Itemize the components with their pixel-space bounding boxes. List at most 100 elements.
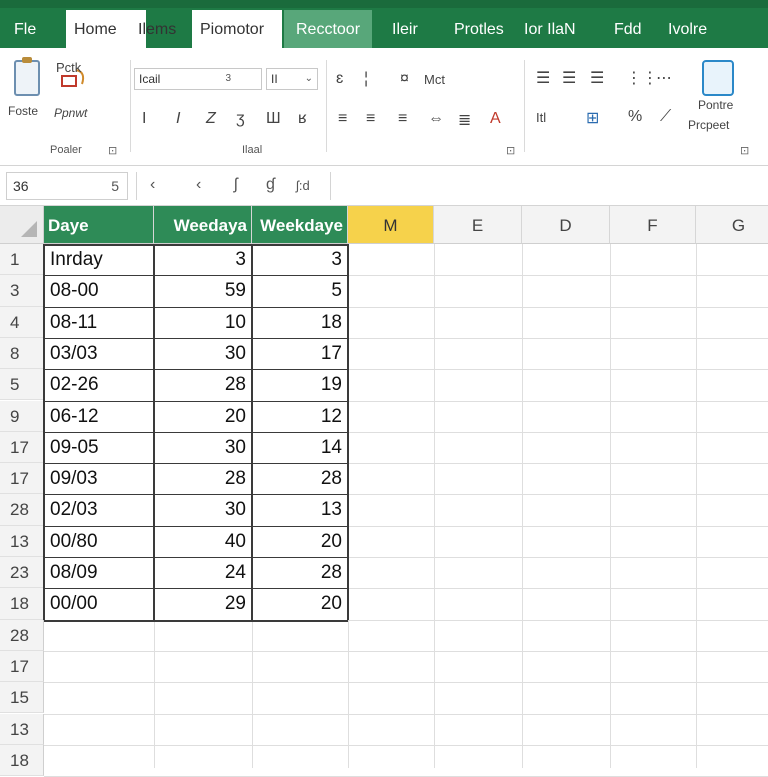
table-cell[interactable]: 20 [252, 526, 348, 557]
table-cell[interactable] [44, 620, 154, 651]
row-header[interactable]: 23 [0, 557, 44, 589]
tab-active[interactable]: Recctoor [284, 10, 373, 48]
column-header-b[interactable]: Weedaya [154, 206, 252, 244]
table-cell[interactable]: 08-00 [44, 275, 154, 306]
percent-icon[interactable]: % [628, 108, 642, 126]
table-cell[interactable]: 59 [154, 275, 252, 306]
align-center-icon[interactable]: ≡ [366, 110, 375, 128]
table-cell[interactable]: 03/03 [44, 338, 154, 369]
table-cell[interactable]: 24 [154, 557, 252, 588]
table-cell[interactable]: 09/03 [44, 463, 154, 494]
sort-filter-icon[interactable]: ⊞ [586, 108, 599, 128]
wrap-text-icon[interactable]: ¤ [400, 70, 409, 88]
column-header-c[interactable]: Weekdaye [252, 206, 348, 244]
merge-icon[interactable]: ⇔ [428, 110, 444, 128]
row-header[interactable]: 13 [0, 525, 44, 557]
styles-gallery-icon[interactable] [702, 60, 734, 96]
tab-help[interactable]: Ivolre [668, 10, 707, 48]
row-header[interactable]: 18 [0, 588, 44, 620]
row-header[interactable]: 17 [0, 650, 44, 683]
tab-promotor[interactable]: Piomotor [192, 10, 282, 48]
align-left-icon[interactable]: ≡ [338, 110, 347, 128]
table-cell[interactable]: 02/03 [44, 494, 154, 525]
select-all-corner[interactable] [0, 206, 44, 244]
table-cell[interactable]: Inrday [44, 244, 154, 275]
tab-field[interactable]: Fdd [614, 10, 642, 48]
table-cell[interactable]: 3 [252, 244, 348, 275]
function-wizard-icon[interactable]: ɠ [266, 176, 275, 194]
table-cell[interactable]: 00/80 [44, 526, 154, 557]
tab-for-daily[interactable]: Ior IlaN [524, 10, 576, 48]
formula-mode-icon[interactable]: ʃ:d [296, 178, 310, 193]
table-cell[interactable] [154, 714, 252, 745]
row-header[interactable]: 8 [0, 337, 44, 370]
delete-icon[interactable]: ⋯ [656, 68, 672, 88]
borders-icon[interactable]: Ш [266, 110, 281, 128]
enter-icon[interactable]: ‹ [196, 176, 201, 194]
table-cell[interactable]: 30 [154, 494, 252, 525]
clipboard-dialog-launcher-icon[interactable]: ⊡ [108, 144, 117, 157]
fill-color-icon[interactable]: ʁ [298, 110, 307, 128]
table-cell[interactable]: 09-05 [44, 432, 154, 463]
font-size-select[interactable]: II ⌄ [266, 68, 318, 90]
table-cell[interactable]: 14 [252, 432, 348, 463]
alignment-dialog-launcher-icon[interactable]: ⊡ [506, 144, 515, 157]
italic-icon[interactable]: I [176, 110, 180, 128]
row-header[interactable]: 1 [0, 244, 44, 276]
row-header[interactable]: 13 [0, 713, 44, 745]
indent-icon[interactable]: ɛ [336, 70, 343, 88]
spreadsheet-grid[interactable]: Daye Weedaya Weekdaye M E D F G 1 Inrday 3 3 3 08-00 5… [0, 206, 768, 777]
tab-items[interactable]: Ilems [130, 10, 192, 48]
column-header-e[interactable]: E [434, 206, 522, 244]
table-cell[interactable] [252, 714, 348, 745]
table-cell[interactable]: 28 [154, 463, 252, 494]
table-cell[interactable]: 3 [154, 244, 252, 275]
number-format-label[interactable]: Itl [536, 110, 546, 125]
justify-icon[interactable]: ≣ [458, 110, 471, 130]
table-cell[interactable]: 06-12 [44, 401, 154, 432]
row-header[interactable]: 28 [0, 494, 44, 526]
name-box-dropdown-icon[interactable]: 5 [111, 173, 119, 199]
table-cell[interactable] [154, 651, 252, 682]
row-header[interactable]: 9 [0, 400, 44, 432]
paste-button-label[interactable]: Foste [8, 104, 38, 118]
tab-file[interactable]: Fle [14, 10, 36, 48]
table-cell[interactable] [154, 620, 252, 651]
table-cell[interactable]: 08/09 [44, 557, 154, 588]
row-header[interactable]: 15 [0, 682, 44, 714]
table-cell[interactable]: 5 [252, 275, 348, 306]
table-cell[interactable]: 19 [252, 369, 348, 400]
table-cell[interactable]: 02-26 [44, 369, 154, 400]
cancel-icon[interactable]: ‹ [150, 176, 155, 194]
insert-icon[interactable]: ⋮⋮ [626, 68, 658, 88]
table-cell[interactable]: 08-11 [44, 307, 154, 338]
table-cell[interactable]: 13 [252, 494, 348, 525]
bold-icon[interactable]: I [142, 110, 146, 128]
table-cell[interactable]: 30 [154, 338, 252, 369]
font-color-icon[interactable]: A [490, 110, 501, 128]
align-right-icon[interactable]: ≡ [398, 110, 407, 128]
row-header[interactable]: 4 [0, 306, 44, 338]
table-format-icon[interactable]: ☰ [562, 68, 576, 88]
table-cell[interactable]: 40 [154, 526, 252, 557]
column-header-d1[interactable]: M [348, 206, 434, 244]
paste-icon[interactable] [14, 57, 40, 96]
cell-styles-icon[interactable]: ☰ [590, 68, 604, 88]
table-cell[interactable] [44, 651, 154, 682]
wrap-text-label[interactable]: Mct [424, 72, 445, 87]
table-cell[interactable]: 20 [252, 588, 348, 619]
table-cell[interactable]: 12 [252, 401, 348, 432]
find-icon[interactable]: ⟋ [660, 108, 671, 126]
row-header[interactable]: 5 [0, 369, 44, 401]
table-cell[interactable]: 28 [154, 369, 252, 400]
row-header[interactable]: 28 [0, 619, 44, 651]
table-cell[interactable]: 10 [154, 307, 252, 338]
table-cell[interactable]: 30 [154, 432, 252, 463]
strikethrough-icon[interactable]: ʒ [236, 110, 245, 128]
underline-icon[interactable]: Z [206, 110, 216, 128]
column-header-h[interactable]: G [696, 206, 768, 244]
formula-input[interactable] [330, 172, 762, 200]
table-cell[interactable] [154, 745, 252, 776]
table-cell[interactable] [44, 714, 154, 745]
row-header[interactable]: 18 [0, 744, 44, 777]
